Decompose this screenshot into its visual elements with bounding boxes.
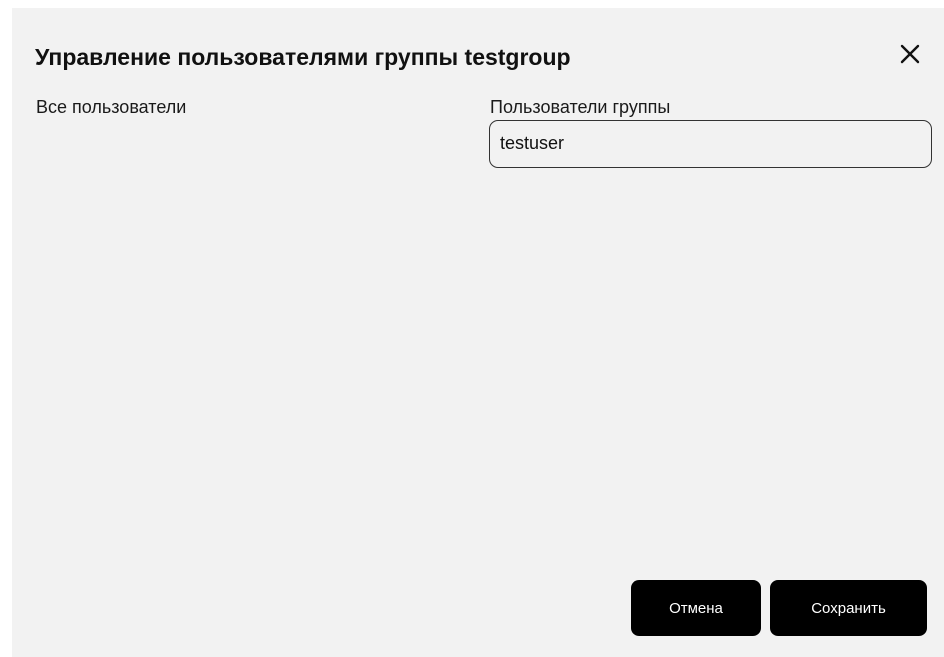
group-users-dialog: Управление пользователями группы testgro… bbox=[12, 8, 944, 657]
all-users-label: Все пользователи bbox=[36, 97, 187, 117]
group-users-list: testuser bbox=[489, 120, 932, 560]
all-users-list bbox=[36, 120, 466, 560]
group-user-item[interactable]: testuser bbox=[489, 120, 932, 168]
group-users-label: Пользователи группы bbox=[490, 97, 671, 117]
close-button[interactable] bbox=[896, 40, 924, 68]
save-button[interactable]: Сохранить bbox=[770, 580, 927, 636]
cancel-button[interactable]: Отмена bbox=[631, 580, 761, 636]
close-icon bbox=[900, 44, 920, 64]
dialog-title: Управление пользователями группы testgro… bbox=[35, 44, 571, 70]
